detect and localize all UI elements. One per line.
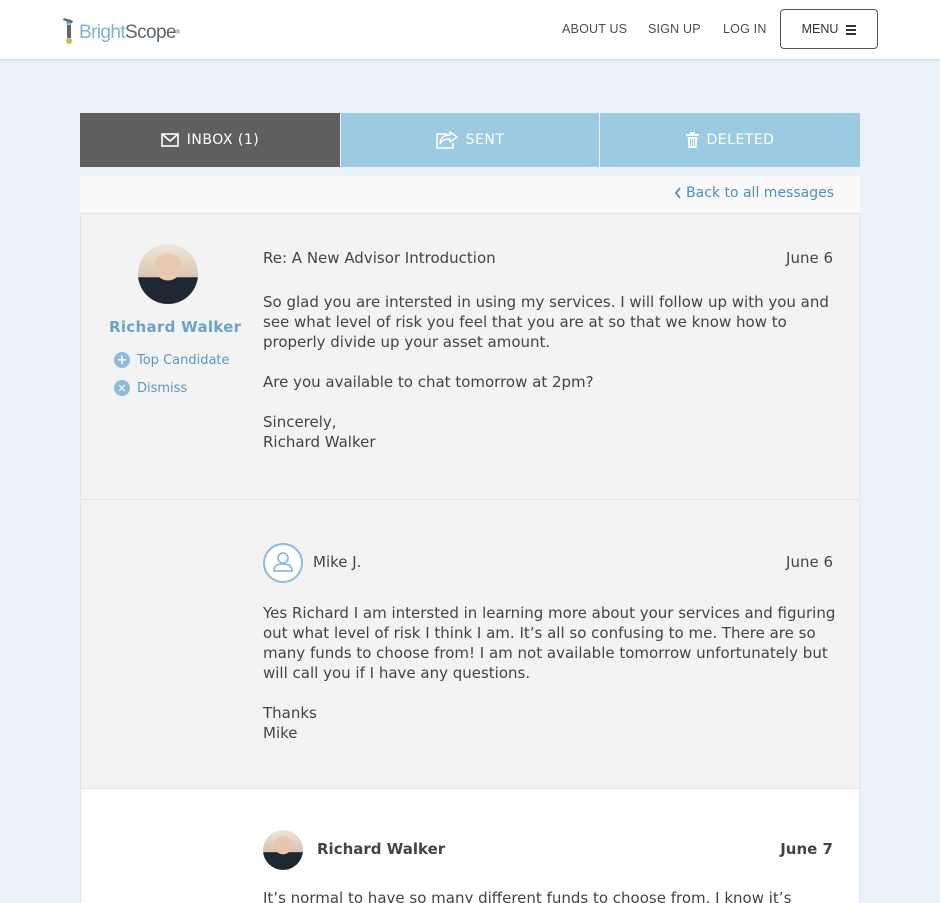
message-subject: Re: A New Advisor Introduction [263,249,496,267]
message-paragraph: So glad you are intersted in using my se… [263,293,829,351]
reply-avatar[interactable] [263,830,303,870]
logo-figure-icon [62,16,76,44]
nav-log-in[interactable]: LOG IN [723,22,767,36]
user-outline-icon [263,543,303,583]
sender-avatar[interactable] [138,244,198,304]
message-signoff: Thanks [263,704,317,722]
x-circle-icon: ✕ [114,380,130,396]
message-toolbar: Back to all messages [80,176,860,214]
brightscope-logo[interactable]: BrightScope® [62,12,180,44]
logo-registered-mark: ® [175,30,180,36]
message-paragraph: It’s normal to have so many different fu… [263,889,792,903]
message-signature: Mike [263,724,298,742]
top-candidate-label: Top Candidate [137,352,230,368]
top-candidate-button[interactable]: + Top Candidate [114,352,230,368]
tab-inbox[interactable]: INBOX (1) [80,113,340,167]
back-to-messages-link[interactable]: Back to all messages [674,185,834,201]
envelope-icon [160,133,179,147]
message-signoff: Sincerely, [263,413,337,431]
logo-wordmark: BrightScope® [79,22,180,44]
message-item: Mike J. June 6 Yes Richard I am interste… [80,500,860,789]
tab-deleted-label: DELETED [706,132,775,148]
chevron-left-icon [674,187,681,199]
message-paragraph: Yes Richard I am intersted in learning m… [263,604,836,682]
logo-word-bright: Bright [79,22,126,43]
sender-name[interactable]: Richard Walker [109,318,241,336]
menu-button[interactable]: MENU [780,9,878,49]
top-navigation-bar: BrightScope® ABOUT US SIGN UP LOG IN MEN… [0,0,940,60]
dismiss-button[interactable]: ✕ Dismiss [114,380,187,396]
reply-author: Richard Walker [317,840,446,858]
message-body: Yes Richard I am intersted in learning m… [263,603,838,743]
plus-circle-icon: + [114,352,130,368]
message-paragraph: Are you available to chat tomorrow at 2p… [263,373,594,391]
reply-author: Mike J. [313,553,362,571]
trash-icon [685,132,699,148]
message-date: June 7 [780,840,833,858]
back-link-label: Back to all messages [686,185,834,201]
menu-label: MENU [801,22,839,36]
message-date: June 6 [786,553,833,571]
tab-inbox-label: INBOX (1) [186,132,260,148]
hamburger-icon [846,24,857,35]
message-signature: Richard Walker [263,433,376,451]
logo-word-scope: Scope [125,22,176,43]
message-item: Richard Walker June 7 It’s normal to hav… [80,789,860,903]
tab-deleted[interactable]: DELETED [600,113,860,167]
message-item: Richard Walker + Top Candidate ✕ Dismiss… [80,214,860,500]
dismiss-label: Dismiss [137,380,188,396]
nav-sign-up[interactable]: SIGN UP [648,22,701,36]
share-icon [435,131,458,149]
message-date: June 6 [786,249,833,267]
tab-sent[interactable]: SENT [341,113,599,167]
message-body: It’s normal to have so many different fu… [263,888,838,903]
nav-about-us[interactable]: ABOUT US [562,22,627,36]
tab-sent-label: SENT [465,132,505,148]
message-body: So glad you are intersted in using my se… [263,292,838,452]
